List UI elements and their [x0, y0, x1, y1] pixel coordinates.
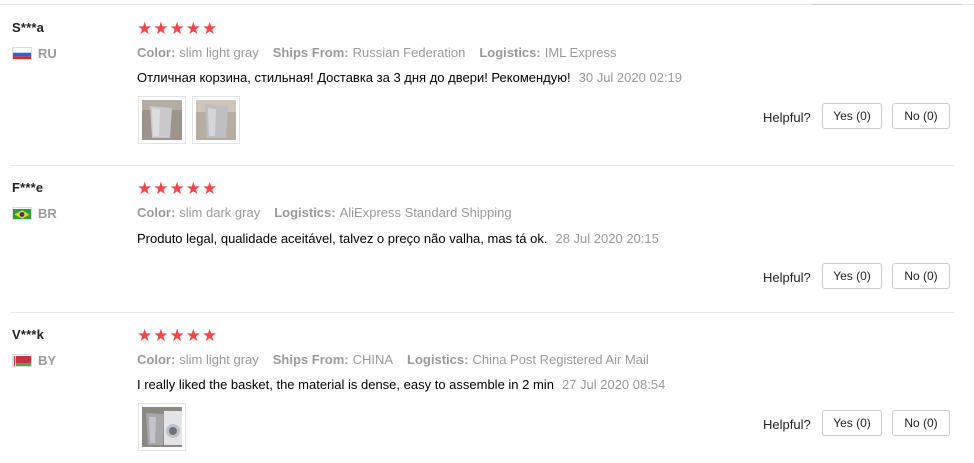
review-item: S***a RU ★ ★ ★ ★ ★ Color: slim light gray Sh…: [0, 6, 974, 165]
logistics-value: AliExpress Standard Shipping: [339, 205, 512, 220]
star-rating: ★ ★ ★ ★ ★: [137, 20, 218, 38]
review-text: I really liked the basket, the material …: [137, 377, 665, 392]
helpful-no-button[interactable]: No (0): [892, 263, 950, 289]
helpful-label: Helpful?: [763, 417, 811, 432]
basket-photo-icon: [142, 407, 182, 447]
color-label: Color:: [137, 45, 176, 60]
star-icon: ★: [153, 19, 169, 38]
star-icon: ★: [185, 326, 201, 345]
logistics-label: Logistics:: [479, 45, 541, 60]
star-icon: ★: [169, 19, 185, 38]
helpful-label: Helpful?: [763, 110, 811, 125]
ships-from-label: Ships From:: [272, 352, 349, 367]
review-item: V***k BY ★ ★ ★ ★ ★ Color: slim light gray Sh…: [0, 313, 974, 463]
star-rating: ★ ★ ★ ★ ★: [137, 180, 218, 198]
star-icon: ★: [202, 326, 218, 345]
review-text: Produto legal, qualidade aceitável, talv…: [137, 231, 659, 246]
ships-from-label: Ships From:: [272, 45, 349, 60]
star-icon: ★: [153, 179, 169, 198]
logistics-value: IML Express: [544, 45, 617, 60]
top-divider: [0, 0, 974, 5]
country-code: BY: [38, 353, 57, 368]
review-meta: Color: slim light gray Ships From: Russi…: [137, 45, 631, 60]
reviewer-country: BY: [12, 353, 56, 368]
basket-photo-icon: [196, 100, 236, 140]
brazil-flag-icon: [12, 207, 32, 220]
star-icon: ★: [202, 179, 218, 198]
review-date: 28 Jul 2020 20:15: [555, 231, 659, 246]
star-icon: ★: [153, 326, 169, 345]
reviewer-country: BR: [12, 206, 57, 221]
star-rating: ★ ★ ★ ★ ★: [137, 327, 218, 345]
color-value: slim light gray: [179, 45, 259, 60]
helpful-no-button[interactable]: No (0): [892, 103, 950, 129]
ships-from-value: CHINA: [352, 352, 394, 367]
color-value: slim light gray: [179, 352, 259, 367]
russia-flag-icon: [12, 47, 32, 60]
basket-photo-icon: [142, 100, 182, 140]
review-body: Отличная корзина, стильная! Доставка за …: [137, 70, 571, 85]
star-icon: ★: [137, 326, 153, 345]
helpful-yes-button[interactable]: Yes (0): [822, 263, 882, 289]
helpful-no-button[interactable]: No (0): [892, 410, 950, 436]
review-text: Отличная корзина, стильная! Доставка за …: [137, 70, 682, 85]
color-label: Color:: [137, 352, 176, 367]
star-icon: ★: [169, 179, 185, 198]
ships-from-value: Russian Federation: [352, 45, 466, 60]
logistics-value: China Post Registered Air Mail: [472, 352, 649, 367]
star-icon: ★: [202, 19, 218, 38]
star-icon: ★: [137, 19, 153, 38]
star-icon: ★: [185, 19, 201, 38]
review-meta: Color: slim dark gray Logistics: AliExpr…: [137, 205, 526, 220]
color-value: slim dark gray: [179, 205, 261, 220]
star-icon: ★: [137, 179, 153, 198]
belarus-flag-icon: [12, 354, 32, 367]
review-photo-thumbnail[interactable]: [192, 96, 240, 144]
review-item: F***e BR ★ ★ ★ ★ ★ Color: slim dark gray Log…: [0, 166, 974, 312]
logistics-label: Logistics:: [407, 352, 469, 367]
logistics-label: Logistics:: [274, 205, 336, 220]
review-date: 30 Jul 2020 02:19: [578, 70, 682, 85]
review-photo-thumbnail[interactable]: [138, 96, 186, 144]
helpful-yes-button[interactable]: Yes (0): [822, 410, 882, 436]
reviewer-country: RU: [12, 46, 57, 61]
country-code: BR: [38, 206, 57, 221]
reviewer-name: V***k: [12, 327, 45, 342]
country-code: RU: [38, 46, 57, 61]
top-control-edge: [812, 0, 962, 5]
review-body: Produto legal, qualidade aceitável, talv…: [137, 231, 548, 246]
star-icon: ★: [185, 179, 201, 198]
helpful-label: Helpful?: [763, 270, 811, 285]
review-date: 27 Jul 2020 08:54: [561, 377, 666, 392]
helpful-yes-button[interactable]: Yes (0): [822, 103, 882, 129]
color-label: Color:: [137, 205, 176, 220]
reviewer-name: F***e: [12, 180, 44, 195]
star-icon: ★: [169, 326, 185, 345]
reviewer-name: S***a: [12, 20, 45, 35]
review-photo-thumbnail[interactable]: [138, 403, 186, 451]
review-body: I really liked the basket, the material …: [137, 377, 554, 392]
review-meta: Color: slim light gray Ships From: CHINA…: [137, 352, 663, 367]
